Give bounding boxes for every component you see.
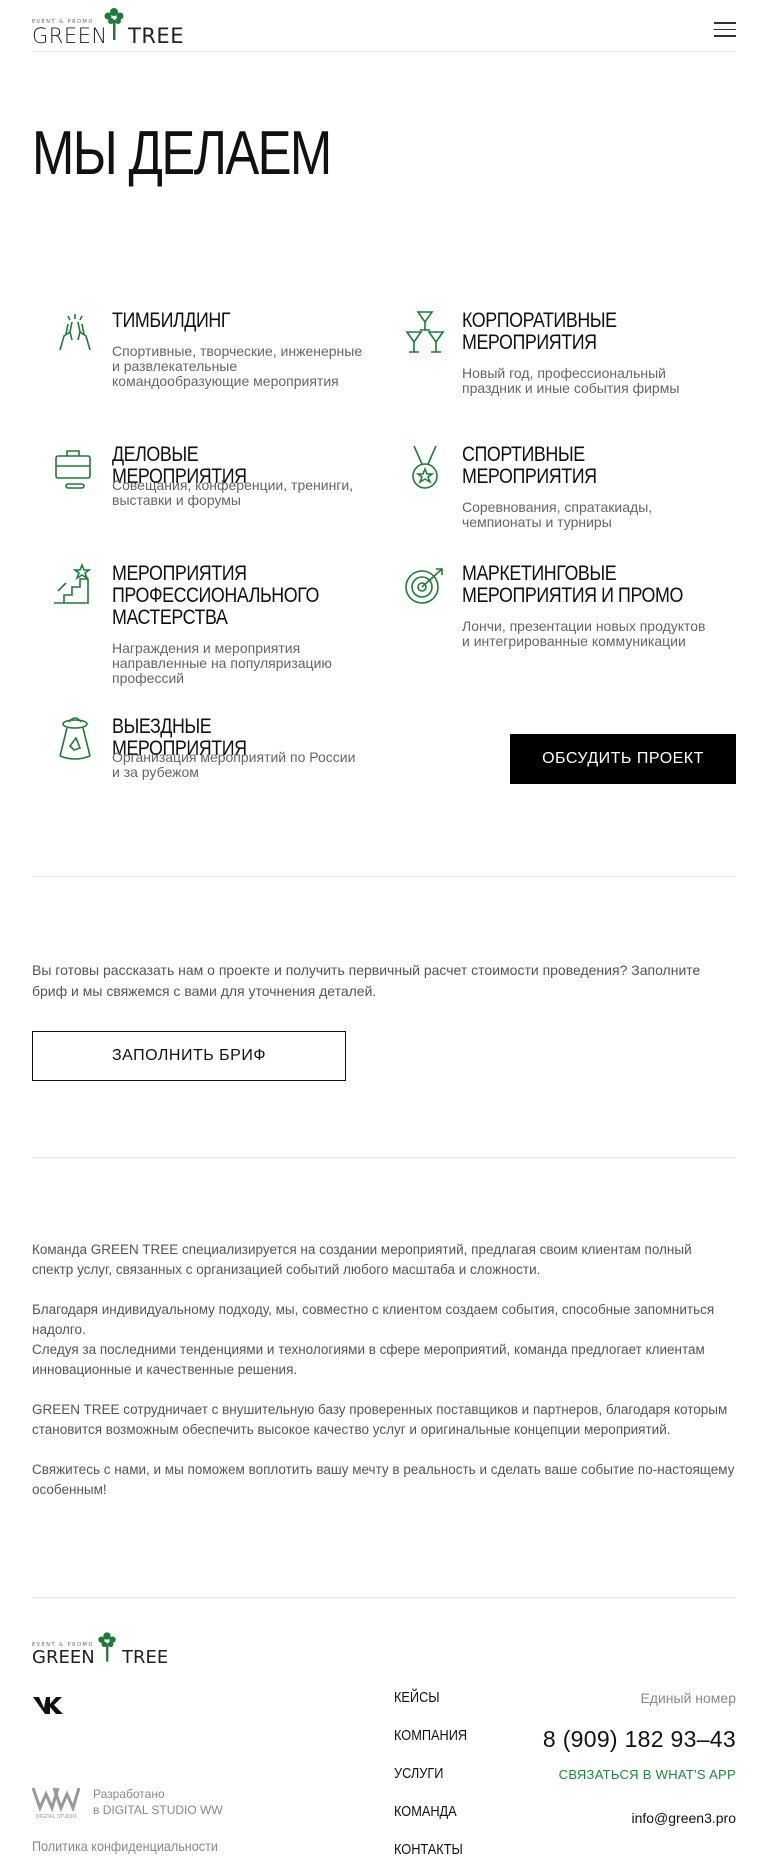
- vk-icon[interactable]: [32, 1694, 64, 1716]
- service-description: Новый год, профессиональный праздник и и…: [462, 365, 680, 396]
- about-paragraph: Благодаря индивидуальному подходу, мы, с…: [32, 1302, 715, 1337]
- tree-icon: [98, 1632, 116, 1662]
- developer-line: Разработано: [93, 1787, 165, 1801]
- site-header: EVENT & PROMO GREEN TREE: [32, 0, 736, 52]
- divider: [32, 1157, 736, 1158]
- service-description: Спортивные, творческие, инженерные и раз…: [112, 343, 363, 389]
- divider: [32, 876, 736, 877]
- divider: [32, 1597, 736, 1598]
- service-description: Соревнования, спратакиады, чемпионаты и …: [462, 499, 653, 530]
- footer-nav-company[interactable]: КОМПАНИЯ: [394, 1726, 467, 1764]
- service-title: ТИМБИЛДИНГ: [112, 309, 231, 332]
- ww-logo-icon: DIGITAL STUDIO: [32, 1787, 80, 1820]
- footer-nav-services[interactable]: УСЛУГИ: [394, 1764, 467, 1802]
- target-icon: [405, 568, 443, 604]
- developer-line: в DIGITAL STUDIO WW: [93, 1803, 223, 1817]
- service-title: СПОРТИВНЫЕ МЕРОПРИЯТИЯ: [462, 443, 597, 488]
- logo-word-green: GREEN: [32, 24, 108, 48]
- tree-icon: [104, 8, 124, 40]
- service-title: МАРКЕТИНГОВЫЕ МЕРОПРИЯТИЯ И ПРОМО: [462, 562, 683, 607]
- about-paragraph: Свяжитесь с нами, и мы поможем воплотить…: [32, 1462, 735, 1497]
- about-paragraph: Команда GREEN TREE специализируется на с…: [32, 1242, 692, 1277]
- developer-credit[interactable]: DIGITAL STUDIO Разработано в DIGITAL STU…: [32, 1786, 252, 1822]
- service-title: МЕРОПРИЯТИЯ ПРОФЕССИОНАЛЬНОГО МАСТЕРСТВА: [112, 562, 319, 629]
- about-text: Команда GREEN TREE специализируется на с…: [32, 1240, 736, 1520]
- service-title: КОРПОРАТИВНЫЕ МЕРОПРИЯТИЯ: [462, 309, 617, 354]
- service-description: Лончи, презентации новых продуктов и инт…: [462, 618, 706, 649]
- medal-icon: [412, 445, 438, 489]
- hamburger-icon[interactable]: [714, 22, 736, 38]
- whatsapp-link[interactable]: СВЯЗАТЬСЯ В WHAT'S APP: [476, 1767, 736, 1782]
- logo-word-green: GREEN: [32, 1647, 95, 1668]
- footer-nav-team[interactable]: КОМАНДА: [394, 1802, 467, 1840]
- footer-nav-cases[interactable]: КЕЙСЫ: [394, 1688, 467, 1726]
- email-link[interactable]: info@green3.pro: [476, 1810, 736, 1826]
- privacy-policy-link[interactable]: Политика конфиденциальности: [32, 1838, 218, 1854]
- footer-nav-contacts[interactable]: КОНТАКТЫ: [394, 1840, 467, 1865]
- discuss-project-button[interactable]: ОБСУДИТЬ ПРОЕКТ: [510, 734, 736, 784]
- phone-link[interactable]: 8 (909) 182 93–43: [476, 1726, 736, 1753]
- footer-contacts: Единый номер 8 (909) 182 93–43 СВЯЗАТЬСЯ…: [476, 1688, 736, 1826]
- briefcase-icon: [55, 450, 91, 489]
- phone-label: Единый номер: [640, 1690, 736, 1706]
- glasses-icon: [405, 311, 445, 353]
- logo-word-tree: TREE: [128, 24, 184, 48]
- ww-logo-text: DIGITAL STUDIO: [36, 1814, 76, 1820]
- developer-text: Разработано в DIGITAL STUDIO WW: [93, 1786, 223, 1818]
- podium-icon: [54, 563, 92, 604]
- page-title: МЫ ДЕЛАЕМ: [32, 119, 332, 188]
- hands-icon: [59, 314, 91, 351]
- fill-brief-button[interactable]: ЗАПОЛНИТЬ БРИФ: [32, 1031, 346, 1081]
- footer-nav: КЕЙСЫ КОМПАНИЯ УСЛУГИ КОМАНДА КОНТАКТЫ: [394, 1688, 480, 1865]
- service-description: Организация мероприятий по России и за р…: [112, 749, 356, 780]
- about-paragraph: Следуя за последними тенденциями и техно…: [32, 1342, 705, 1377]
- service-description: Совещания, конференции, тренинги, выстав…: [112, 477, 354, 508]
- logo[interactable]: EVENT & PROMO GREEN TREE: [32, 6, 183, 48]
- about-paragraph: GREEN TREE сотрудничает с внушительную б…: [32, 1402, 728, 1437]
- logo-word-tree: TREE: [122, 1647, 169, 1668]
- ufo-icon: [59, 717, 91, 760]
- footer-logo[interactable]: EVENT & PROMO GREEN TREE: [32, 1630, 172, 1668]
- service-description: Награждения и мероприятия направленные н…: [112, 640, 332, 686]
- brief-text: Вы готовы рассказать нам о проекте и пол…: [32, 962, 701, 999]
